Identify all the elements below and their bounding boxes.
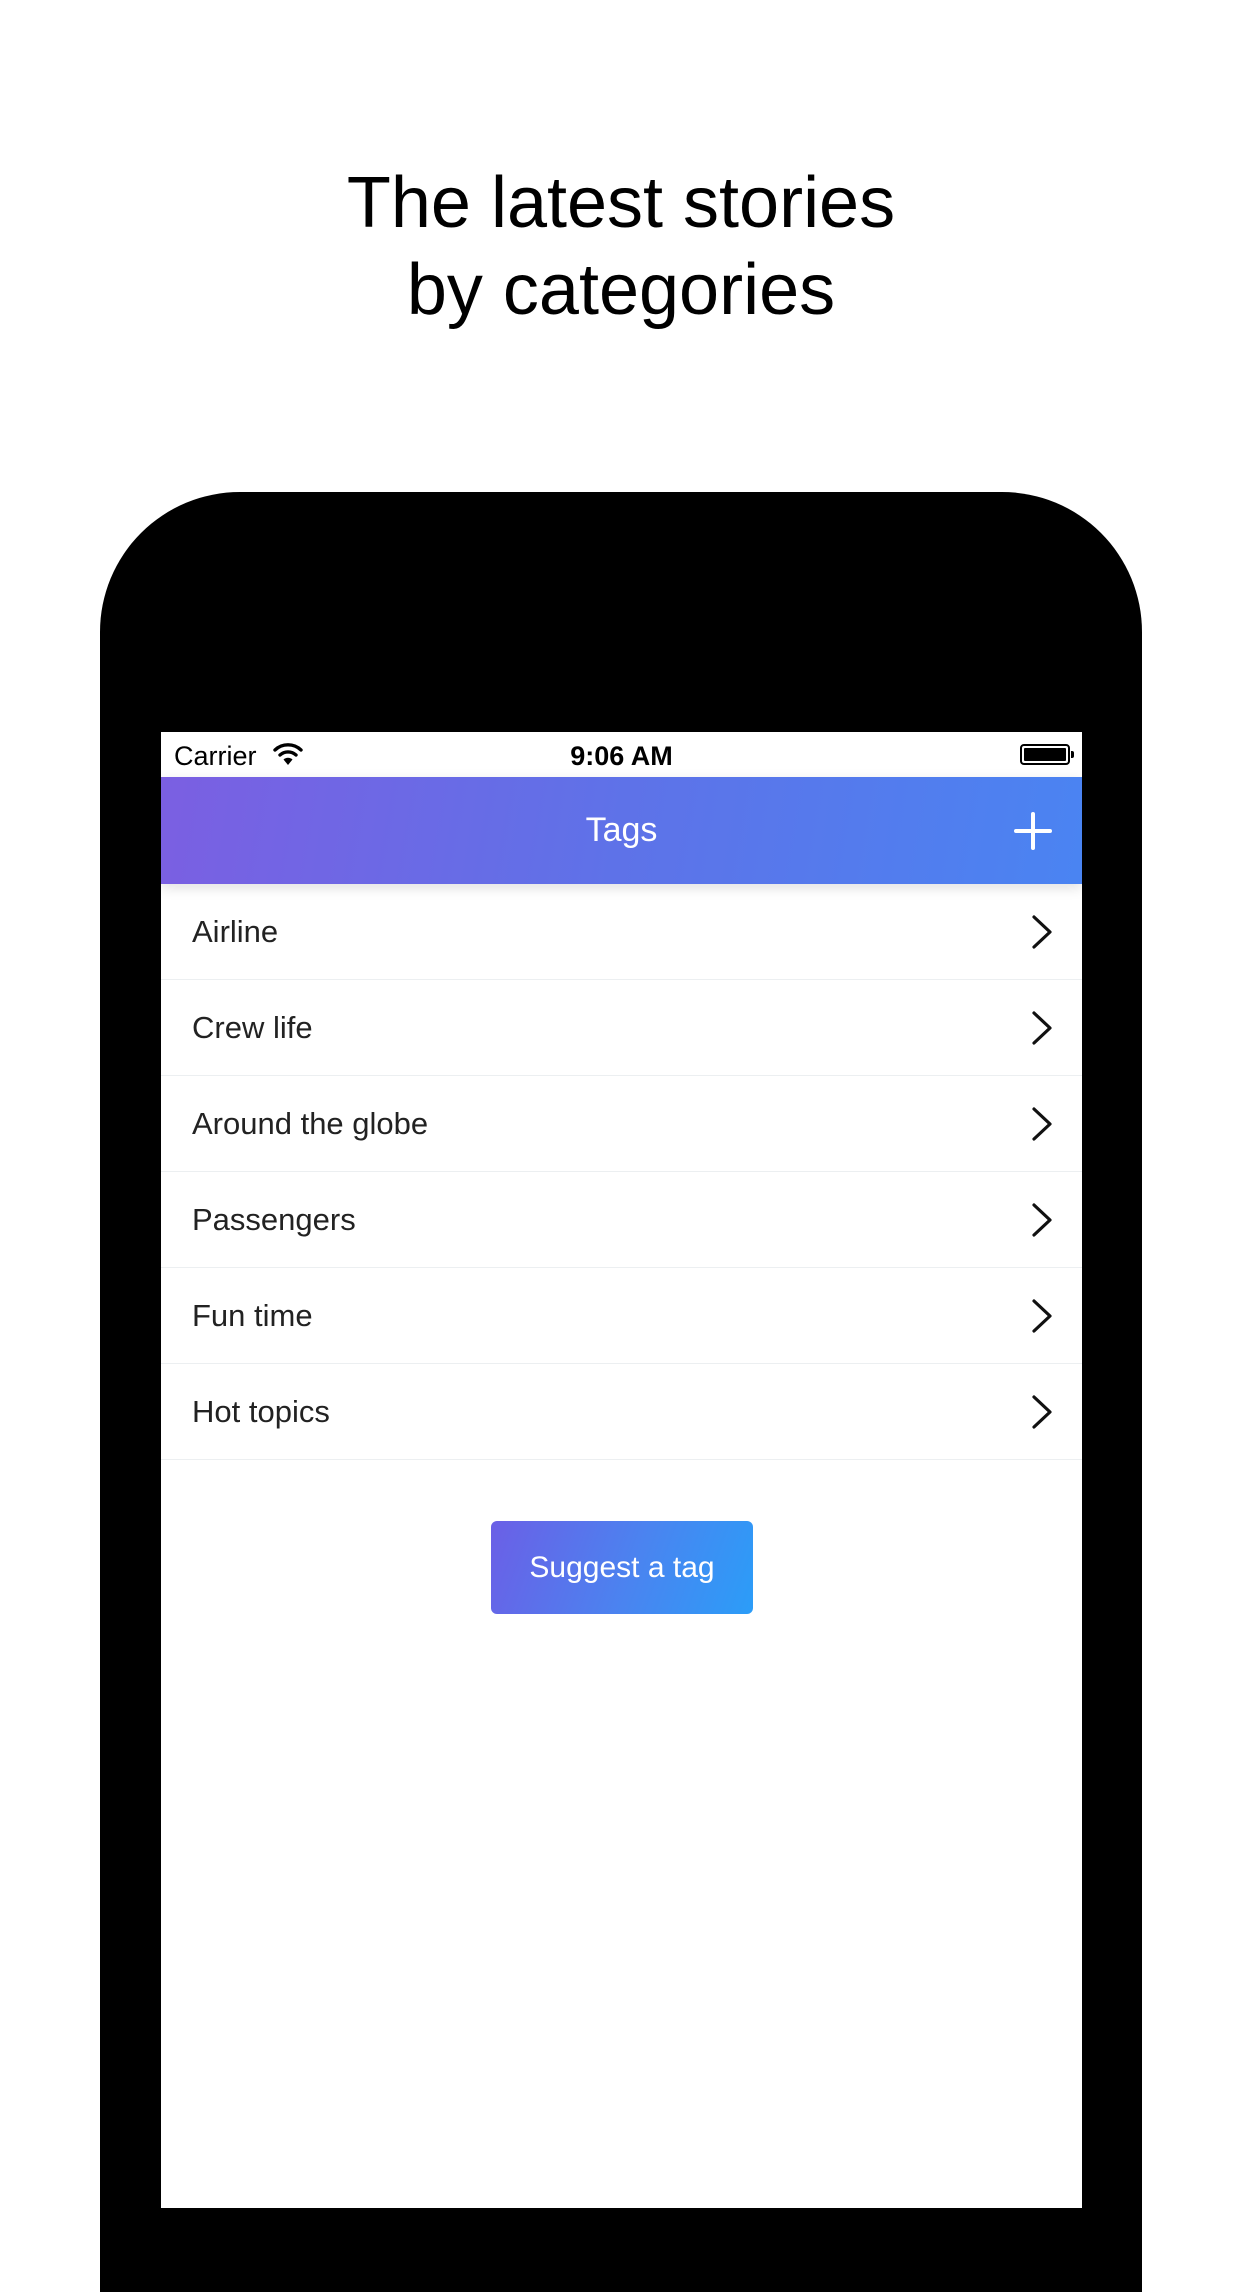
headline-line-2: by categories bbox=[406, 250, 836, 330]
suggest-tag-button[interactable]: Suggest a tag bbox=[491, 1521, 753, 1614]
tag-label: Fun time bbox=[192, 1298, 313, 1333]
page-title: Tags bbox=[585, 811, 658, 849]
chevron-right-icon bbox=[1032, 915, 1052, 949]
chevron-right-icon bbox=[1032, 1299, 1052, 1333]
chevron-right-icon bbox=[1032, 1203, 1052, 1237]
tag-row-hot-topics[interactable]: Hot topics bbox=[161, 1364, 1082, 1460]
battery-fill bbox=[1024, 748, 1066, 761]
battery-nub bbox=[1071, 751, 1074, 758]
navigation-bar: Tags bbox=[161, 777, 1082, 884]
tag-row-passengers[interactable]: Passengers bbox=[161, 1172, 1082, 1268]
tag-label: Around the globe bbox=[192, 1106, 429, 1141]
marketing-headline: The latest stories by categories bbox=[0, 160, 1242, 334]
status-bar: Carrier 9:06 AM bbox=[161, 732, 1082, 777]
battery-icon bbox=[1020, 744, 1074, 765]
tag-label: Passengers bbox=[192, 1202, 356, 1237]
tag-label: Crew life bbox=[192, 1010, 313, 1045]
headline-line-1: The latest stories bbox=[346, 163, 896, 243]
status-time: 9:06 AM bbox=[570, 741, 673, 771]
tag-row-around-the-globe[interactable]: Around the globe bbox=[161, 1076, 1082, 1172]
app-screen: Carrier 9:06 AM Tags Airline Crew life A… bbox=[161, 732, 1082, 2208]
tag-list: Airline Crew life Around the globe Passe… bbox=[161, 884, 1082, 1460]
tag-row-fun-time[interactable]: Fun time bbox=[161, 1268, 1082, 1364]
chevron-right-icon bbox=[1032, 1107, 1052, 1141]
add-tag-button[interactable] bbox=[1008, 806, 1058, 856]
chevron-right-icon bbox=[1032, 1395, 1052, 1429]
plus-icon bbox=[1014, 812, 1052, 850]
chevron-right-icon bbox=[1032, 1011, 1052, 1045]
tag-row-airline[interactable]: Airline bbox=[161, 884, 1082, 980]
tag-row-crew-life[interactable]: Crew life bbox=[161, 980, 1082, 1076]
tag-label: Airline bbox=[192, 914, 279, 949]
tag-label: Hot topics bbox=[192, 1394, 330, 1429]
